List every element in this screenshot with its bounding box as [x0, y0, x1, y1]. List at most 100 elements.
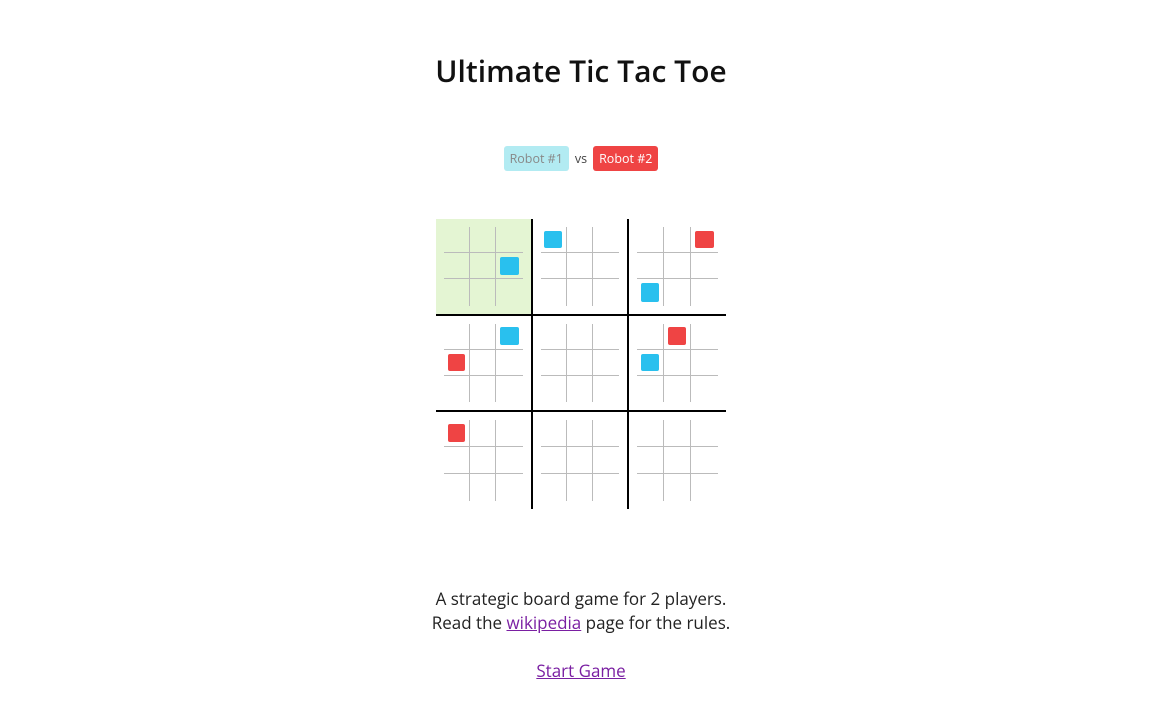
- cell-0-5[interactable]: [496, 253, 522, 279]
- cell-2-7[interactable]: [664, 279, 691, 305]
- sub-board-3: [436, 316, 533, 413]
- cell-0-1[interactable]: [470, 227, 496, 253]
- cell-4-4[interactable]: [567, 350, 593, 376]
- cell-0-4[interactable]: [470, 253, 496, 279]
- cell-2-1[interactable]: [664, 227, 691, 253]
- cell-3-3[interactable]: [444, 350, 470, 376]
- cell-2-4[interactable]: [664, 253, 691, 279]
- sub-board-4: [533, 316, 630, 413]
- cell-1-8[interactable]: [593, 279, 619, 305]
- player-2-mark: [695, 231, 714, 249]
- cell-3-4[interactable]: [470, 350, 496, 376]
- cell-6-7[interactable]: [470, 474, 496, 501]
- cell-4-2[interactable]: [593, 324, 619, 350]
- players-row: Robot #1 vs Robot #2: [504, 146, 659, 171]
- cell-6-3[interactable]: [444, 447, 470, 474]
- sub-board-6: [436, 412, 533, 509]
- cell-3-7[interactable]: [470, 376, 496, 402]
- cell-4-0[interactable]: [541, 324, 567, 350]
- cell-4-7[interactable]: [567, 376, 593, 402]
- cell-5-0[interactable]: [637, 324, 664, 350]
- cell-5-6[interactable]: [637, 376, 664, 402]
- player-2-mark: [448, 354, 466, 372]
- cell-7-1[interactable]: [567, 420, 593, 447]
- cell-7-0[interactable]: [541, 420, 567, 447]
- cell-5-4[interactable]: [664, 350, 691, 376]
- cell-3-0[interactable]: [444, 324, 470, 350]
- cell-5-7[interactable]: [664, 376, 691, 402]
- cell-5-8[interactable]: [691, 376, 718, 402]
- cell-2-3[interactable]: [637, 253, 664, 279]
- cell-8-0[interactable]: [637, 420, 664, 447]
- cell-8-7[interactable]: [664, 474, 691, 501]
- cell-0-0[interactable]: [444, 227, 470, 253]
- player-1-mark: [500, 257, 518, 275]
- description-line-2: Read the wikipedia page for the rules.: [432, 611, 731, 635]
- cell-8-1[interactable]: [664, 420, 691, 447]
- cell-7-8[interactable]: [593, 474, 619, 501]
- cell-1-4[interactable]: [567, 253, 593, 279]
- cell-1-7[interactable]: [567, 279, 593, 305]
- cell-8-6[interactable]: [637, 474, 664, 501]
- cell-8-3[interactable]: [637, 447, 664, 474]
- cell-2-2[interactable]: [691, 227, 718, 253]
- cell-8-2[interactable]: [691, 420, 718, 447]
- description-post: page for the rules.: [581, 611, 730, 634]
- cell-2-8[interactable]: [691, 279, 718, 305]
- cell-5-5[interactable]: [691, 350, 718, 376]
- player-1-mark: [500, 327, 518, 345]
- cell-1-2[interactable]: [593, 227, 619, 253]
- cell-4-6[interactable]: [541, 376, 567, 402]
- cell-6-2[interactable]: [496, 420, 522, 447]
- cell-1-3[interactable]: [541, 253, 567, 279]
- cell-6-6[interactable]: [444, 474, 470, 501]
- player-1-mark: [544, 231, 562, 249]
- cell-1-5[interactable]: [593, 253, 619, 279]
- cell-6-0[interactable]: [444, 420, 470, 447]
- description-pre: Read the: [432, 611, 507, 634]
- cell-5-1[interactable]: [664, 324, 691, 350]
- cell-3-8[interactable]: [496, 376, 522, 402]
- start-game-link[interactable]: Start Game: [536, 659, 625, 682]
- cell-8-5[interactable]: [691, 447, 718, 474]
- cell-1-6[interactable]: [541, 279, 567, 305]
- cell-5-3[interactable]: [637, 350, 664, 376]
- cell-0-8[interactable]: [496, 279, 522, 305]
- cell-7-5[interactable]: [593, 447, 619, 474]
- cell-6-1[interactable]: [470, 420, 496, 447]
- cell-4-5[interactable]: [593, 350, 619, 376]
- cell-0-2[interactable]: [496, 227, 522, 253]
- description: A strategic board game for 2 players. Re…: [432, 587, 731, 635]
- cell-7-7[interactable]: [567, 474, 593, 501]
- cell-7-6[interactable]: [541, 474, 567, 501]
- cell-7-3[interactable]: [541, 447, 567, 474]
- cell-0-6[interactable]: [444, 279, 470, 305]
- cell-4-1[interactable]: [567, 324, 593, 350]
- cell-5-2[interactable]: [691, 324, 718, 350]
- cell-6-4[interactable]: [470, 447, 496, 474]
- cell-3-2[interactable]: [496, 324, 522, 350]
- cell-8-8[interactable]: [691, 474, 718, 501]
- cell-1-0[interactable]: [541, 227, 567, 253]
- cell-2-5[interactable]: [691, 253, 718, 279]
- cell-3-5[interactable]: [496, 350, 522, 376]
- big-board: [436, 219, 726, 509]
- cell-4-8[interactable]: [593, 376, 619, 402]
- cell-8-4[interactable]: [664, 447, 691, 474]
- sub-board-0: [436, 219, 533, 316]
- cell-3-6[interactable]: [444, 376, 470, 402]
- cell-0-7[interactable]: [470, 279, 496, 305]
- cell-1-1[interactable]: [567, 227, 593, 253]
- cell-4-3[interactable]: [541, 350, 567, 376]
- cell-7-4[interactable]: [567, 447, 593, 474]
- cell-3-1[interactable]: [470, 324, 496, 350]
- cell-6-8[interactable]: [496, 474, 522, 501]
- player-1-mark: [641, 354, 659, 372]
- cell-7-2[interactable]: [593, 420, 619, 447]
- sub-board-8: [629, 412, 726, 509]
- cell-2-6[interactable]: [637, 279, 664, 305]
- cell-2-0[interactable]: [637, 227, 664, 253]
- cell-6-5[interactable]: [496, 447, 522, 474]
- cell-0-3[interactable]: [444, 253, 470, 279]
- wikipedia-link[interactable]: wikipedia: [506, 611, 581, 634]
